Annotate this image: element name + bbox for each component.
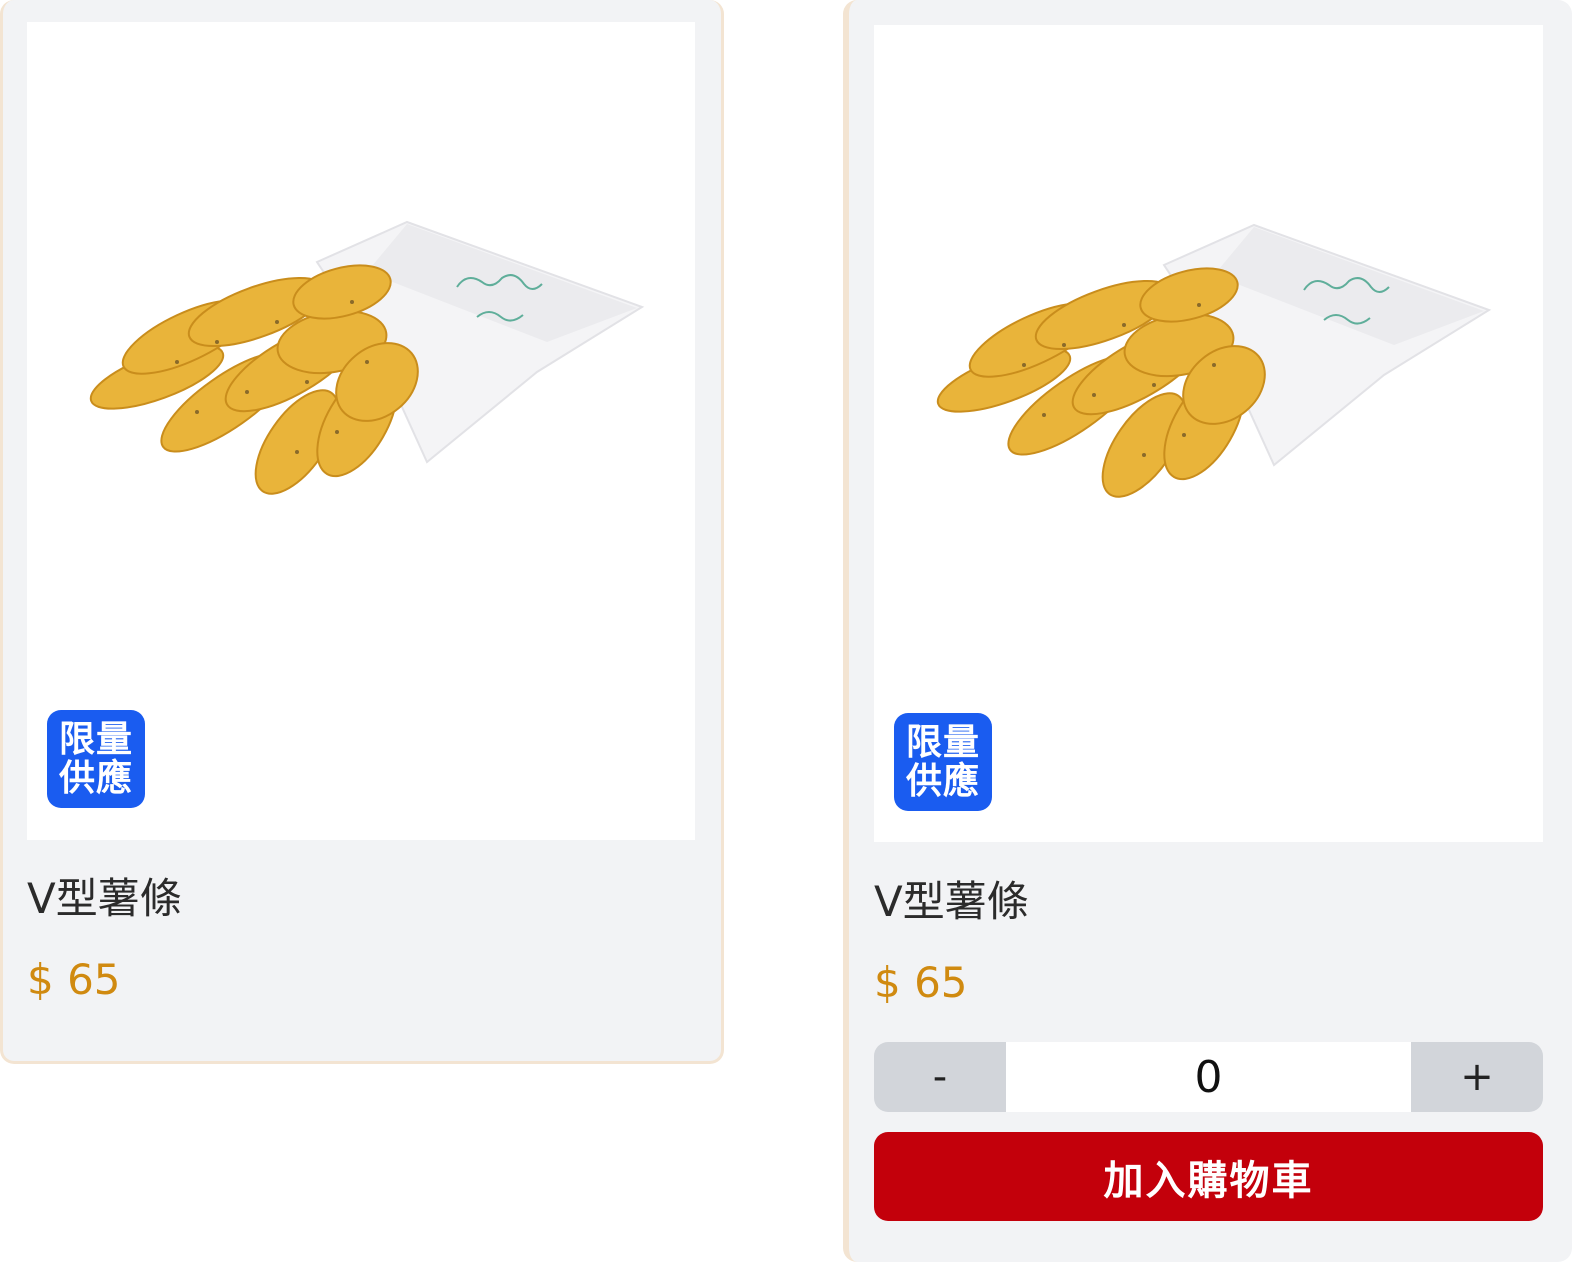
badge-line-2: 供應 [905,761,980,802]
quantity-value[interactable]: 0 [1006,1042,1411,1112]
increase-quantity-button[interactable]: + [1411,1042,1543,1112]
product-name: V型薯條 [27,874,182,923]
product-card[interactable]: 限量 供應 V型薯條 $ 65 [0,0,724,1064]
product-name: V型薯條 [874,877,1029,926]
add-to-cart-button[interactable]: 加入購物車 [874,1132,1543,1221]
product-image-area: 限量 供應 [27,22,695,840]
product-card[interactable]: 限量 供應 V型薯條 $ 65 - 0 + 加入購物車 [843,0,1572,1262]
product-price: $ 65 [874,958,968,1007]
decrease-quantity-button[interactable]: - [874,1042,1006,1112]
limited-supply-badge: 限量 供應 [894,713,992,811]
product-price: $ 65 [27,955,121,1004]
fries-image [67,192,657,552]
badge-line-2: 供應 [58,758,133,799]
badge-line-1: 限量 [58,719,133,760]
limited-supply-badge: 限量 供應 [47,710,145,808]
quantity-stepper: - 0 + [874,1042,1543,1112]
product-image-area: 限量 供應 [874,25,1543,842]
badge-line-1: 限量 [905,722,980,763]
fries-image [914,195,1504,555]
